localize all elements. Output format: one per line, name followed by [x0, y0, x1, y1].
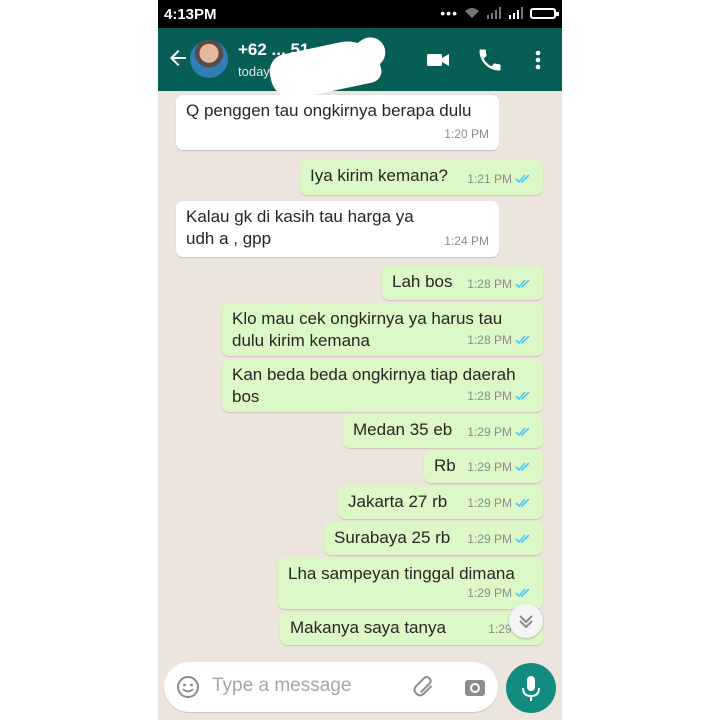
read-receipt-icon — [515, 279, 530, 289]
message-time: 1:29 PM — [467, 460, 512, 474]
message-bubble[interactable]: Lha sampeyan tinggal dimana 1:29 PM — [278, 558, 543, 609]
message-bubble[interactable]: Iya kirim kemana? 1:21 PM — [300, 160, 543, 195]
message-bubble[interactable]: Kalau gk di kasih tau harga ya udh a , g… — [176, 201, 499, 257]
message-time: 1:21 PM — [467, 172, 512, 186]
wifi-icon — [465, 8, 479, 18]
microphone-icon — [522, 676, 540, 701]
message-text: Lah bos — [392, 272, 453, 291]
read-receipt-icon — [515, 391, 530, 401]
read-receipt-icon — [515, 335, 530, 345]
message-text: Lha sampeyan tinggal dimana — [288, 564, 515, 583]
more-notifications-icon: ••• — [440, 5, 458, 21]
emoji-icon[interactable] — [176, 675, 200, 699]
scroll-to-bottom-button[interactable] — [509, 604, 543, 638]
read-receipt-icon — [515, 174, 530, 184]
back-arrow-icon[interactable] — [166, 46, 190, 70]
message-input-placeholder: Type a message — [212, 675, 352, 696]
message-text: Kalau gk di kasih tau harga ya udh a , g… — [186, 207, 414, 248]
message-bubble[interactable]: Surabaya 25 rb 1:29 PM — [324, 522, 543, 555]
video-call-icon[interactable] — [424, 46, 452, 74]
message-bubble[interactable]: Makanya saya tanya 1:29 PM — [280, 612, 543, 645]
signal-off-icon — [487, 7, 501, 19]
message-text: Surabaya 25 rb — [334, 528, 451, 547]
message-time: 1:29 PM — [467, 586, 512, 600]
chat-header: +62 ... 51... today at 1:39 PM — [158, 28, 562, 103]
avatar[interactable] — [190, 40, 228, 78]
attach-icon[interactable] — [412, 674, 438, 700]
message-time: 1:29 PM — [467, 425, 512, 439]
message-time: 1:20 PM — [444, 127, 489, 141]
message-text: Q penggen tau ongkirnya berapa dulu — [186, 101, 472, 120]
message-text: Iya kirim kemana? — [310, 166, 448, 185]
compose-bar: Type a message — [158, 658, 562, 720]
message-bubble[interactable]: Q penggen tau ongkirnya berapa dulu 1:20… — [176, 95, 499, 150]
message-bubble[interactable]: Medan 35 eb 1:29 PM — [343, 414, 543, 448]
read-receipt-icon — [515, 534, 530, 544]
read-receipt-icon — [515, 462, 530, 472]
battery-icon — [530, 7, 559, 19]
phone-screen: 4:13PM ••• +62 ... 51... today at 1:39 P… — [158, 0, 562, 720]
message-text: Rb — [434, 456, 456, 475]
status-time: 4:13PM — [164, 6, 217, 23]
phone-call-icon[interactable] — [476, 46, 504, 74]
message-time: 1:29 PM — [467, 532, 512, 546]
voice-message-button[interactable] — [506, 663, 556, 713]
message-time: 1:28 PM — [467, 389, 512, 403]
read-receipt-icon — [515, 498, 530, 508]
message-time: 1:24 PM — [444, 234, 489, 248]
status-icons: ••• — [440, 5, 559, 21]
message-text: Jakarta 27 rb — [348, 492, 448, 511]
message-bubble[interactable]: Klo mau cek ongkirnya ya harus tau dulu … — [222, 303, 543, 356]
double-chevron-down-icon — [519, 615, 533, 629]
message-input[interactable]: Type a message — [164, 662, 498, 712]
message-list[interactable]: Q penggen tau ongkirnya berapa dulu 1:20… — [158, 91, 562, 654]
message-time: 1:29 PM — [467, 496, 512, 510]
message-bubble[interactable]: Rb 1:29 PM — [424, 450, 543, 483]
read-receipt-icon — [515, 427, 530, 437]
message-time: 1:28 PM — [467, 333, 512, 347]
message-bubble[interactable]: Lah bos 1:28 PM — [382, 266, 543, 300]
camera-icon[interactable] — [464, 676, 486, 698]
status-bar: 4:13PM ••• — [158, 0, 562, 28]
message-bubble[interactable]: Jakarta 27 rb 1:29 PM — [338, 486, 543, 519]
signal-icon — [509, 7, 523, 19]
message-text: Makanya saya tanya — [290, 618, 446, 637]
message-bubble[interactable]: Kan beda beda ongkirnya tiap daerah bos … — [222, 359, 543, 412]
message-time: 1:28 PM — [467, 277, 512, 291]
read-receipt-icon — [515, 588, 530, 598]
more-options-icon[interactable] — [524, 46, 552, 74]
message-text: Medan 35 eb — [353, 420, 453, 439]
